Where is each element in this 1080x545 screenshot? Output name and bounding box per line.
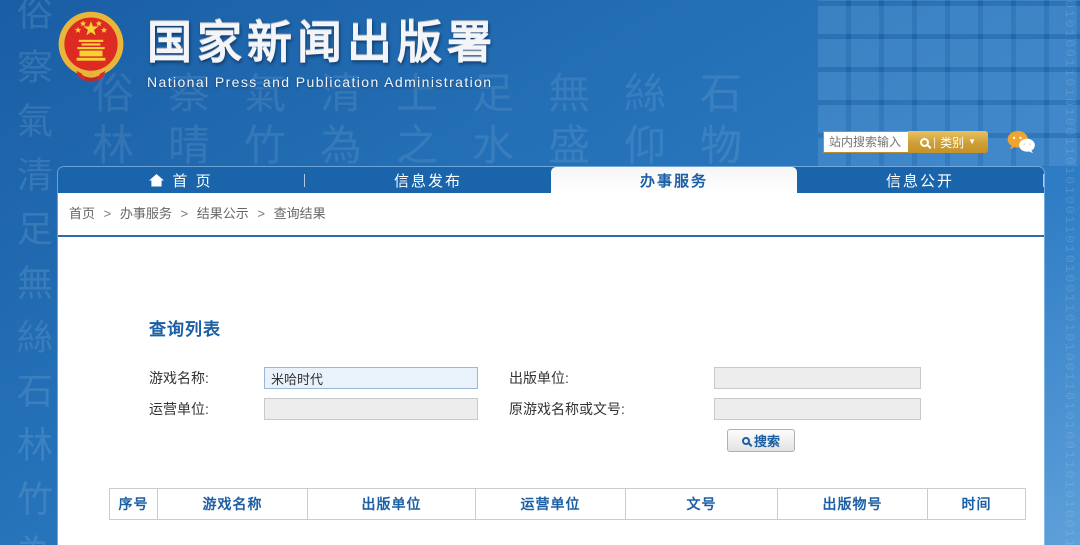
brand-block: 国家新闻出版署 National Press and Publication A… <box>147 6 497 90</box>
nav-tab-home[interactable]: 首 页 <box>58 167 304 193</box>
game-name-label: 游戏名称: <box>149 370 209 386</box>
nav-tab-label: 办事服务 <box>639 172 708 190</box>
breadcrumb-separator: > <box>257 206 265 221</box>
operator-label: 运营单位: <box>149 401 209 417</box>
col-header-operator: 运营单位 <box>475 488 626 520</box>
breadcrumb-results-public[interactable]: 结果公示 <box>197 206 249 221</box>
left-calligraphy-watermark: 俗察氣清足無絲石林竹為水俗察氣清足無絲石林竹 <box>6 0 58 545</box>
site-search-row: | 类别 ▼ <box>823 130 1036 154</box>
site-search-button[interactable]: | 类别 ▼ <box>908 131 988 153</box>
breadcrumb-current: 查询结果 <box>273 206 326 221</box>
nav-separator <box>1043 173 1044 187</box>
nav-tab-info-disclosure[interactable]: 信息公开 <box>797 167 1043 193</box>
site-header: 国家新闻出版署 National Press and Publication A… <box>57 0 1045 166</box>
breadcrumb-separator: > <box>180 206 189 221</box>
col-header-publisher: 出版单位 <box>307 488 476 520</box>
form-actions: 搜索 <box>727 429 1044 452</box>
results-table: 序号 游戏名称 出版单位 运营单位 文号 出版物号 时间 <box>109 488 1026 520</box>
nav-tab-info-release[interactable]: 信息发布 <box>305 167 551 193</box>
breadcrumb-services[interactable]: 办事服务 <box>120 206 172 221</box>
site-search-input[interactable] <box>823 131 908 153</box>
national-emblem-icon <box>58 11 124 81</box>
main-panel: 首 页 信息发布 办事服务 信息公开 首页 > 办事服务 > 结果公示 > 查询… <box>57 166 1045 545</box>
original-name-or-number-input[interactable] <box>714 398 921 420</box>
table-header-row: 序号 游戏名称 出版单位 运营单位 文号 出版物号 时间 <box>109 488 1026 520</box>
page-title: 查询列表 <box>149 320 221 339</box>
search-icon <box>741 436 750 445</box>
page-container: 国家新闻出版署 National Press and Publication A… <box>57 0 1045 545</box>
chevron-down-icon: ▼ <box>968 137 977 146</box>
operator-input[interactable] <box>264 398 478 420</box>
game-name-input[interactable] <box>264 367 478 389</box>
query-search-button[interactable]: 搜索 <box>727 429 795 452</box>
wechat-icon[interactable] <box>1006 130 1036 154</box>
breadcrumb-separator: > <box>103 206 112 221</box>
breadcrumb: 首页 > 办事服务 > 结果公示 > 查询结果 <box>58 193 1044 223</box>
breadcrumb-home[interactable]: 首页 <box>69 206 95 221</box>
nav-tab-label: 首 页 <box>172 172 213 190</box>
site-title-english: National Press and Publication Administr… <box>147 74 493 90</box>
col-header-index: 序号 <box>109 488 158 520</box>
nav-tab-services[interactable]: 办事服务 <box>551 167 797 193</box>
form-row: 游戏名称: 出版单位: <box>149 367 1044 389</box>
form-row: 运营单位: 原游戏名称或文号: <box>149 398 1044 420</box>
binary-watermark: 0101001101010011010100110101001101010011… <box>1062 0 1077 545</box>
col-header-publication-number: 出版物号 <box>777 488 928 520</box>
search-icon <box>919 137 929 147</box>
col-header-game-name: 游戏名称 <box>157 488 308 520</box>
nav-tab-label: 信息公开 <box>885 172 954 190</box>
col-header-doc-number: 文号 <box>625 488 778 520</box>
category-dropdown-label[interactable]: 类别 <box>940 134 964 151</box>
site-title: 国家新闻出版署 <box>147 17 498 68</box>
content-area: 首页 > 办事服务 > 结果公示 > 查询结果 查询列表 游戏名称: 出版单位:… <box>58 193 1044 545</box>
breadcrumb-divider <box>58 235 1044 237</box>
col-header-time: 时间 <box>927 488 1026 520</box>
nav-tab-label: 信息发布 <box>393 172 462 190</box>
publisher-input[interactable] <box>714 367 921 389</box>
search-button-label: 搜索 <box>753 434 780 449</box>
original-name-or-number-label: 原游戏名称或文号: <box>509 401 625 417</box>
main-nav: 首 页 信息发布 办事服务 信息公开 <box>58 167 1044 193</box>
query-form: 游戏名称: 出版单位: 运营单位: 原游戏名称或文号: 搜索 <box>149 367 1044 452</box>
publisher-label: 出版单位: <box>509 370 569 386</box>
home-icon <box>149 173 165 187</box>
button-separator: | <box>932 135 937 149</box>
